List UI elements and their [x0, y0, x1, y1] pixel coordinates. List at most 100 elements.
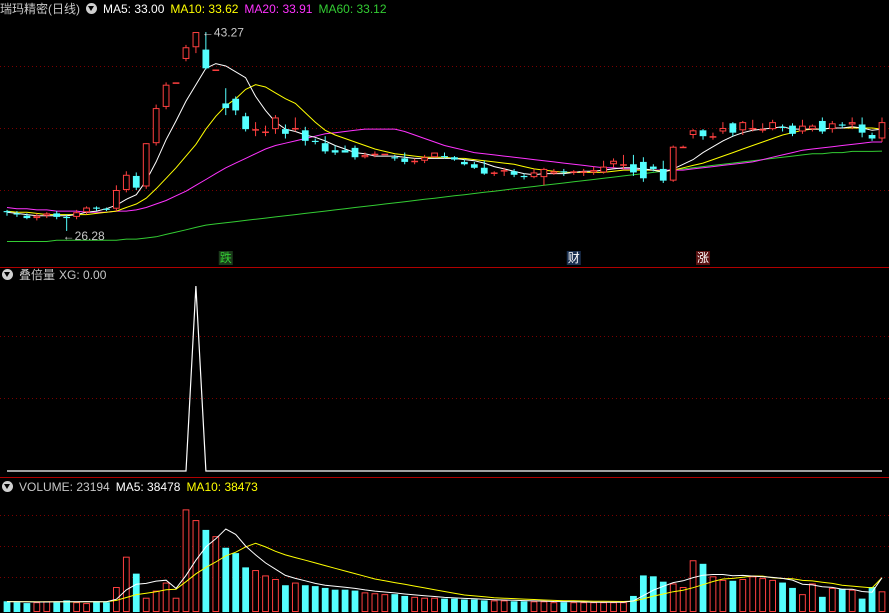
volume-bar: [391, 594, 399, 612]
volume-bar: [540, 601, 548, 612]
volume-bar: [232, 553, 240, 612]
price-panel[interactable]: ←43.27 ←26.28 跌 财 涨 瑞玛精密(日线) MA5: 33.00 MA10: …: [0, 0, 889, 268]
candle-body: [83, 207, 90, 213]
candle-body: [182, 47, 190, 59]
high-price-label: ←43.27: [202, 25, 244, 39]
volume-bar: [878, 591, 886, 613]
volume-bar: [53, 602, 61, 612]
candle-body: [421, 157, 428, 161]
candle-body: [789, 125, 796, 134]
candle-body: [530, 172, 538, 178]
candle-body: [630, 164, 637, 173]
candle-body: [43, 213, 51, 216]
volume-bar: [848, 589, 856, 612]
ma-legend-item: MA10: 33.62: [170, 2, 239, 16]
candle-body: [13, 213, 21, 215]
collapse-toggle-icon[interactable]: [86, 3, 97, 14]
candle-body: [878, 122, 886, 139]
candle-body: [252, 129, 259, 131]
candle-body: [3, 211, 11, 213]
volume-bar: [590, 602, 598, 613]
volume-bar: [570, 602, 578, 613]
volume-bar: [530, 601, 538, 612]
candle-body: [162, 84, 170, 107]
volume-bar: [371, 593, 379, 612]
volume-bar: [361, 592, 369, 613]
volume-bar: [331, 589, 339, 612]
candle-body: [540, 168, 548, 178]
indicator-chart[interactable]: [0, 266, 889, 478]
event-marker: 涨: [697, 250, 709, 265]
volume-bar: [242, 567, 250, 612]
volume-bar: [799, 594, 806, 612]
candle-body: [451, 157, 458, 160]
volume-bar: [818, 596, 826, 612]
candle-body: [779, 126, 786, 128]
volume-title: VOLUME: 23194: [19, 480, 110, 494]
volume-bar: [630, 595, 637, 612]
volume-bar: [381, 594, 389, 612]
volume-bar: [560, 602, 568, 612]
event-marker: 财: [568, 251, 580, 265]
candle-body: [799, 125, 806, 132]
candle-body: [112, 189, 120, 209]
volume-bar: [639, 575, 647, 612]
volume-bar: [152, 590, 160, 613]
volume-bar: [749, 576, 757, 612]
candle-body: [590, 170, 598, 173]
volume-bar: [401, 595, 409, 612]
candle-body: [560, 171, 568, 173]
volume-bar: [838, 588, 846, 612]
collapse-toggle-icon[interactable]: [2, 269, 13, 280]
volume-bar: [262, 575, 269, 612]
volume-ma10: MA10: 38473: [186, 480, 258, 494]
collapse-toggle-icon[interactable]: [2, 481, 13, 492]
volume-bar: [510, 601, 518, 612]
candle-body: [401, 158, 409, 162]
candle-body: [202, 49, 210, 69]
volume-bar: [192, 520, 200, 612]
volume-bar: [321, 587, 329, 612]
candle-body: [391, 157, 399, 159]
indicator-panel[interactable]: 叠倍量 XG: 0.00: [0, 266, 889, 478]
volume-bar: [739, 578, 747, 612]
candle-body: [242, 116, 250, 130]
ma10-line: [6, 84, 883, 216]
candle-body: [749, 127, 757, 130]
volume-ma5: MA5: 38478: [115, 480, 181, 494]
candle-body: [759, 129, 767, 131]
volume-bar: [132, 573, 140, 612]
candle-body: [411, 160, 419, 163]
candle-body: [381, 153, 389, 156]
candle-body: [192, 32, 200, 48]
candle-body: [321, 143, 329, 152]
volume-bar: [759, 578, 767, 612]
volume-header: VOLUME: 23194 MA5: 38478 MA10: 38473: [0, 478, 264, 496]
candle-body: [272, 117, 279, 130]
volume-bar: [3, 601, 11, 612]
volume-bar: [719, 579, 727, 612]
volume-bar: [43, 601, 51, 612]
volume-bar: [441, 598, 448, 612]
volume-bar: [411, 596, 419, 613]
candle-body: [470, 164, 478, 168]
candle-body: [282, 129, 289, 134]
volume-bar: [122, 556, 130, 613]
candle-body: [699, 130, 707, 137]
volume-bar: [520, 601, 528, 612]
ma-legend-item: MA5: 33.00: [103, 2, 165, 16]
ma5-line: [6, 63, 883, 217]
indicator-title: 叠倍量: [19, 268, 56, 282]
candle-body: [232, 98, 240, 111]
candle-body: [769, 122, 777, 130]
price-chart[interactable]: ←43.27 ←26.28 跌 财 涨: [0, 0, 889, 268]
candle-body: [341, 150, 349, 153]
volume-bar: [600, 602, 607, 613]
volume-chart[interactable]: [0, 478, 889, 613]
volume-bar: [809, 583, 816, 612]
volume-bar: [33, 602, 41, 613]
volume-panel[interactable]: VOLUME: 23194 MA5: 38478 MA10: 38473: [0, 478, 889, 613]
volume-bar: [172, 597, 180, 612]
candle-body: [848, 122, 856, 125]
volume-bar: [351, 590, 359, 612]
